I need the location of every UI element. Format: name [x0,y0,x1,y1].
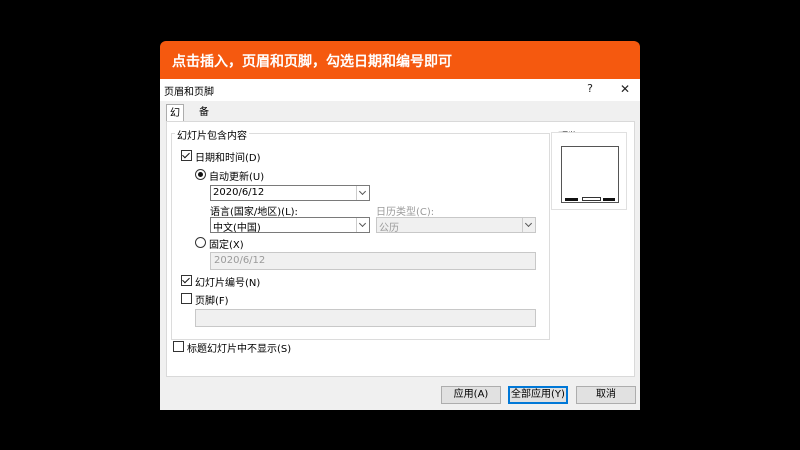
slide-number-placeholder [603,198,615,201]
fixed-label: 固定(X) [209,240,244,251]
apply-button[interactable]: 应用(A) [441,386,501,404]
slide-number-checkbox[interactable] [181,275,192,286]
calendar-type-label: 日历类型(C): [376,207,435,218]
footer-placeholder [582,197,601,201]
footer-label: 页脚(F) [195,296,229,307]
calendar-type-dropdown: 公历 [376,217,536,234]
instruction-banner: 点击插入，页眉和页脚，勾选日期和编号即可 [160,41,640,79]
language-dropdown[interactable]: 中文(中国) [210,217,370,234]
slide-preview-thumbnail [561,146,619,203]
chevron-down-icon [356,218,369,232]
auto-update-date-dropdown[interactable]: 2020/6/12 [210,185,370,201]
auto-update-radio[interactable] [195,169,206,180]
slide-number-label: 幻灯片编号(N) [195,278,261,289]
calendar-type-value: 公历 [379,223,399,234]
fixed-date-value: 2020/6/12 [214,255,266,266]
date-time-checkbox[interactable] [181,150,192,161]
close-button[interactable]: ✕ [615,80,635,98]
footer-text-field [195,309,536,327]
hide-on-title-label: 标题幻灯片中不显示(S) [187,344,292,355]
hide-on-title-checkbox[interactable] [173,341,184,352]
date-placeholder [565,198,578,201]
language-label: 语言(国家/地区)(L): [210,207,298,218]
dialog-title: 页眉和页脚 [164,87,214,98]
apply-all-button[interactable]: 全部应用(Y) [508,386,568,404]
auto-update-date-value: 2020/6/12 [213,187,265,198]
chevron-down-icon [522,218,535,232]
date-time-label: 日期和时间(D) [195,153,261,164]
tab-slide[interactable]: 幻灯片 [166,104,184,153]
cancel-button[interactable]: 取消 [576,386,636,404]
dialog-titlebar: 页眉和页脚 ? ✕ [160,79,640,101]
tab-notes-handouts[interactable]: 备注和讲义 [196,104,212,186]
slide-content-group-label: 幻灯片包含内容 [175,127,249,142]
auto-update-label: 自动更新(U) [209,172,265,183]
chevron-down-icon [356,186,369,200]
footer-checkbox[interactable] [181,293,192,304]
fixed-radio[interactable] [195,237,206,248]
header-footer-dialog: 页眉和页脚 ? ✕ 幻灯片 备注和讲义 幻灯片包含内容 日期和时间(D) 自动更… [160,79,640,410]
instruction-text: 点击插入，页眉和页脚，勾选日期和编号即可 [172,54,452,70]
language-value: 中文(中国) [213,223,261,234]
help-button[interactable]: ? [580,80,600,98]
fixed-date-field: 2020/6/12 [210,252,536,270]
